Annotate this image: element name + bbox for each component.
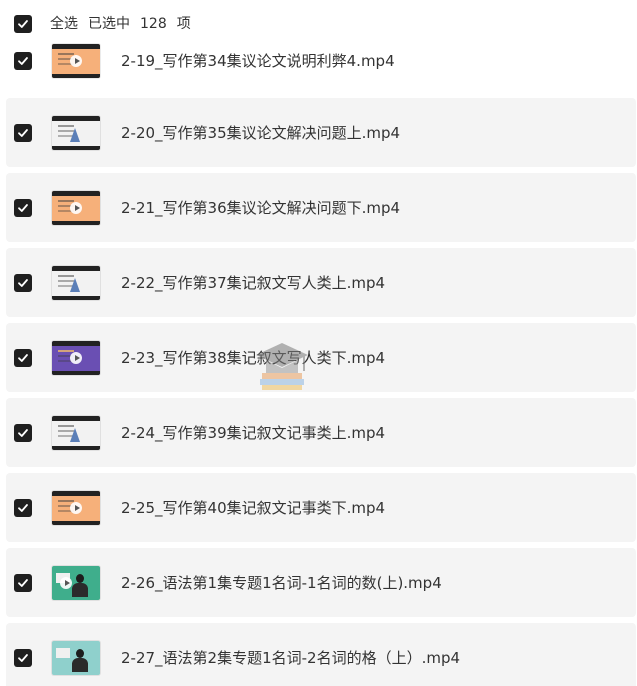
play-icon	[70, 351, 82, 364]
file-row[interactable]: 2-26_语法第1集专题1名词-1名词的数(上).mp4	[6, 548, 636, 617]
check-icon	[18, 503, 28, 512]
play-icon	[70, 55, 82, 67]
file-checkbox[interactable]	[14, 648, 32, 667]
video-thumbnail[interactable]	[52, 340, 100, 375]
file-name[interactable]: 2-22_写作第37集记叙文写人类上.mp4	[121, 272, 385, 294]
video-thumbnail[interactable]	[52, 490, 100, 525]
file-name[interactable]: 2-25_写作第40集记叙文记事类下.mp4	[121, 497, 385, 519]
file-checkbox[interactable]	[14, 273, 32, 292]
file-row[interactable]: 2-22_写作第37集记叙文写人类上.mp4	[6, 248, 636, 317]
video-thumbnail[interactable]	[52, 265, 100, 300]
watermark	[252, 335, 462, 395]
file-checkbox[interactable]	[14, 423, 32, 442]
check-icon	[18, 203, 28, 212]
file-row[interactable]: 2-27_语法第2集专题1名词-2名词的格（上）.mp4	[6, 623, 636, 686]
file-name[interactable]: 2-26_语法第1集专题1名词-1名词的数(上).mp4	[121, 572, 442, 594]
video-thumbnail[interactable]	[52, 565, 100, 600]
graduation-cap-icon	[256, 343, 308, 390]
file-row[interactable]: 2-19_写作第34集议论文说明利弊4.mp4	[6, 0, 636, 92]
file-checkbox[interactable]	[14, 123, 32, 142]
play-icon	[70, 201, 82, 214]
video-thumbnail[interactable]	[52, 415, 100, 450]
file-row[interactable]: 2-25_写作第40集记叙文记事类下.mp4	[6, 473, 636, 542]
check-icon	[18, 128, 28, 137]
file-name[interactable]: 2-24_写作第39集记叙文记事类上.mp4	[121, 422, 385, 444]
video-thumbnail[interactable]	[52, 44, 100, 78]
video-thumbnail[interactable]	[52, 115, 100, 150]
file-name[interactable]: 2-20_写作第35集议论文解决问题上.mp4	[121, 122, 400, 144]
check-icon	[18, 653, 28, 662]
file-checkbox[interactable]	[14, 198, 32, 217]
file-list-page: 全选 已选中 128 项 2-19_写作第34集议论文说明利弊4.mp4 2-20_写作…	[0, 0, 637, 686]
file-checkbox[interactable]	[14, 52, 32, 70]
play-icon	[60, 576, 73, 589]
file-row[interactable]: 2-21_写作第36集议论文解决问题下.mp4	[6, 173, 636, 242]
video-thumbnail[interactable]	[52, 190, 100, 225]
file-checkbox[interactable]	[14, 573, 32, 592]
video-thumbnail[interactable]	[52, 640, 100, 675]
check-icon	[18, 353, 28, 362]
check-icon	[18, 578, 28, 587]
file-name[interactable]: 2-27_语法第2集专题1名词-2名词的格（上）.mp4	[121, 647, 460, 669]
file-row[interactable]: 2-24_写作第39集记叙文记事类上.mp4	[6, 398, 636, 467]
check-icon	[18, 278, 28, 287]
check-icon	[18, 57, 28, 65]
play-icon	[70, 501, 82, 514]
file-checkbox[interactable]	[14, 498, 32, 517]
file-name[interactable]: 2-21_写作第36集议论文解决问题下.mp4	[121, 197, 400, 219]
file-checkbox[interactable]	[14, 348, 32, 367]
file-name[interactable]: 2-19_写作第34集议论文说明利弊4.mp4	[121, 50, 395, 72]
file-row[interactable]: 2-20_写作第35集议论文解决问题上.mp4	[6, 98, 636, 167]
check-icon	[18, 428, 28, 437]
